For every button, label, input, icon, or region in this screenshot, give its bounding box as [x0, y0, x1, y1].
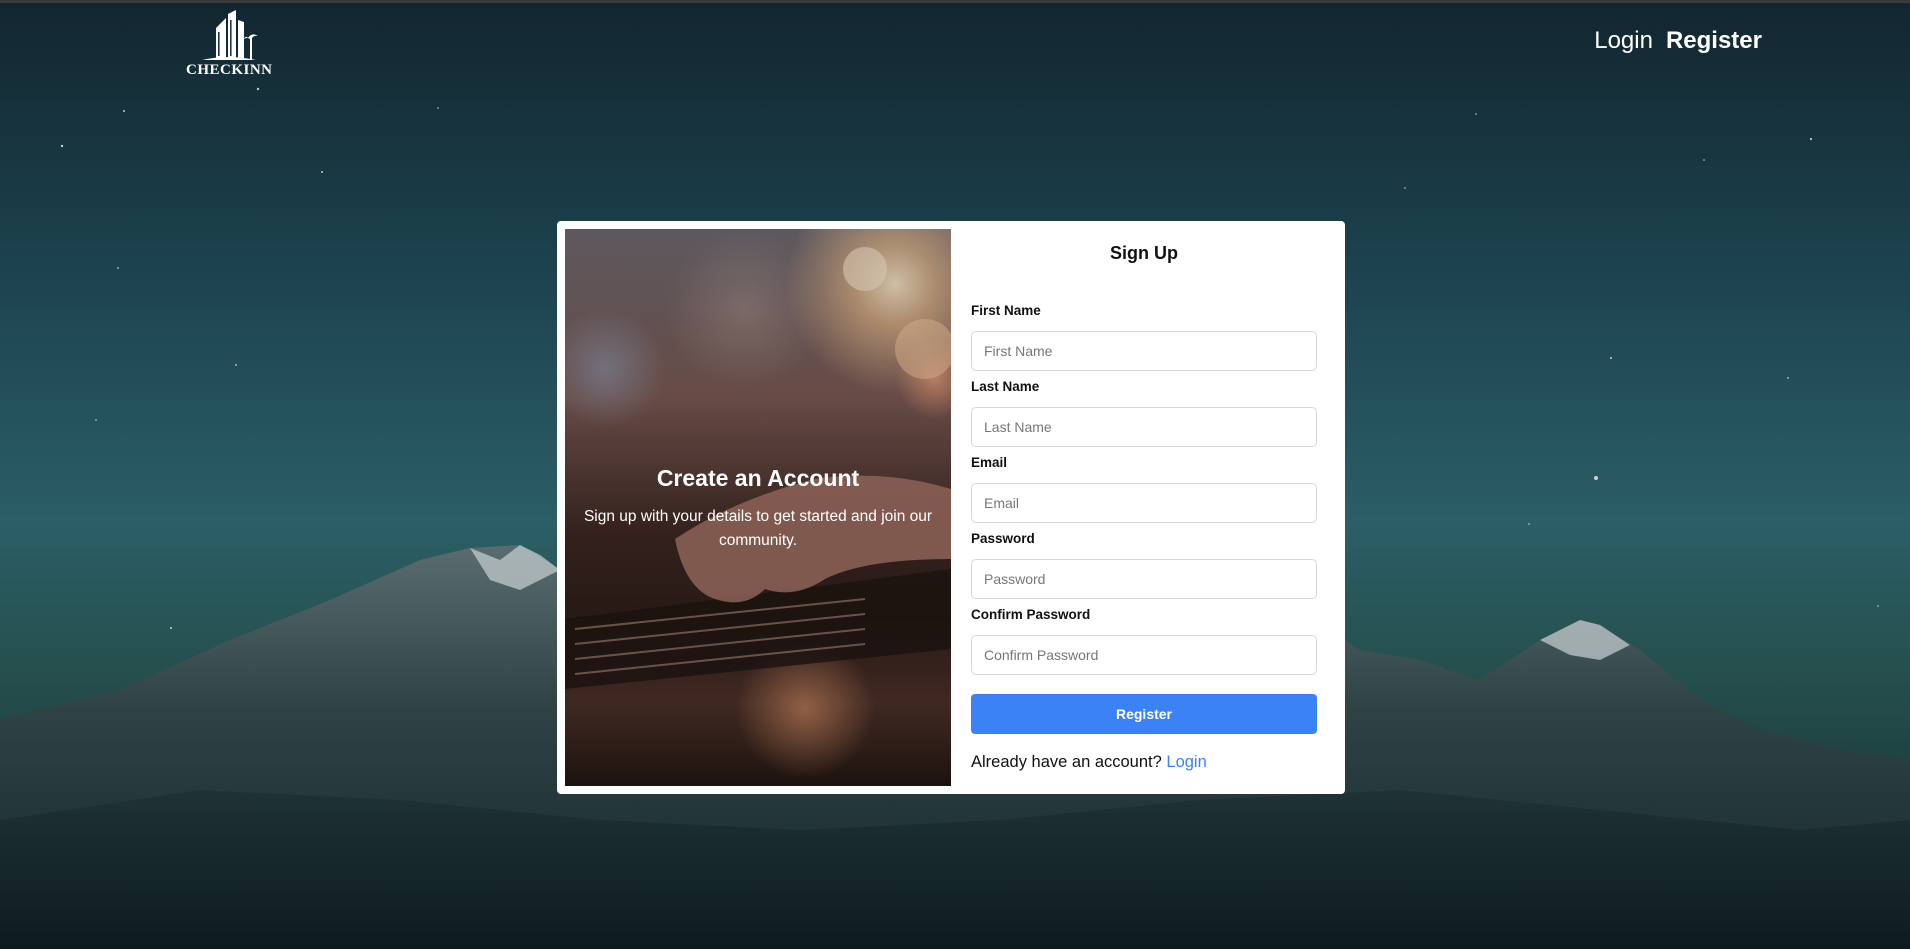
login-prompt: Already have an account? Login: [971, 753, 1207, 772]
login-prompt-text: Already have an account?: [971, 753, 1162, 771]
last-name-label: Last Name: [971, 379, 1040, 394]
nav-register-link[interactable]: Register: [1666, 27, 1762, 55]
password-label: Password: [971, 531, 1035, 546]
hero-image: Create an Account Sign up with your deta…: [565, 229, 951, 786]
email-input[interactable]: [971, 483, 1317, 523]
first-name-input[interactable]: [971, 331, 1317, 371]
logo-text: CHECKINN: [186, 62, 273, 78]
hero-subtitle: Sign up with your details to get started…: [583, 508, 933, 549]
top-nav: Login Register: [1594, 27, 1762, 55]
signup-card: Create an Account Sign up with your deta…: [557, 221, 1345, 794]
logo[interactable]: CHECKINN: [186, 8, 273, 82]
nav-login-link[interactable]: Login: [1594, 27, 1653, 55]
confirm-password-input[interactable]: [971, 635, 1317, 675]
register-button[interactable]: Register: [971, 694, 1317, 734]
first-name-label: First Name: [971, 303, 1041, 318]
login-link[interactable]: Login: [1166, 753, 1206, 771]
password-input[interactable]: [971, 559, 1317, 599]
form-title: Sign Up: [1110, 243, 1178, 263]
confirm-password-label: Confirm Password: [971, 607, 1091, 622]
last-name-input[interactable]: [971, 407, 1317, 447]
building-icon: [202, 10, 258, 60]
hero-title: Create an Account: [656, 465, 860, 491]
email-label: Email: [971, 455, 1008, 470]
